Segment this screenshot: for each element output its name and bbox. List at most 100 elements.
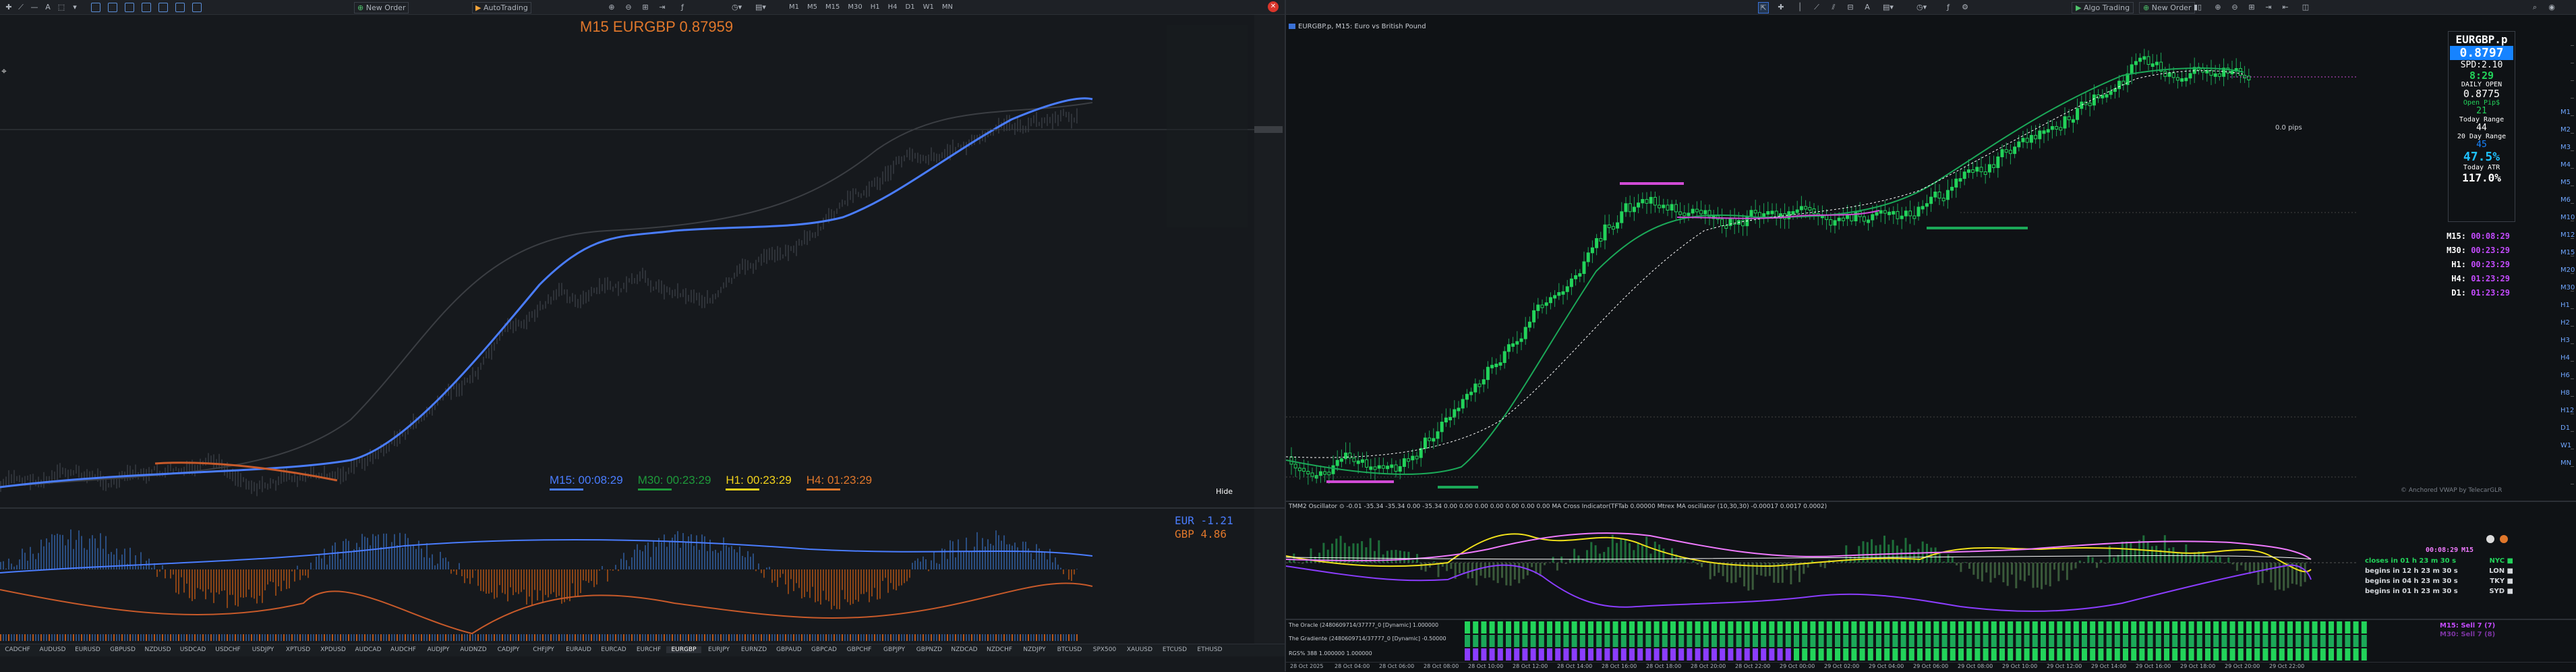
timeframe-m1[interactable]: M1 [789, 3, 799, 11]
tf-h12[interactable]: H12 [2560, 402, 2575, 420]
timeframe-m15[interactable]: M15 [825, 3, 840, 11]
symbol-tab-audcad[interactable]: AUDCAD [351, 646, 386, 653]
period-menu[interactable]: ◷▾ [732, 2, 742, 12]
text-tool[interactable]: A [1863, 2, 1872, 12]
symbol-tab-gbpusd[interactable]: GBPUSD [105, 646, 140, 653]
symbol-tab-usdchf[interactable]: USDCHF [210, 646, 245, 653]
tf-m15[interactable]: M15 [2560, 244, 2575, 262]
screenshot-icon[interactable]: ◫ [2301, 2, 2310, 12]
navigator-icon[interactable] [158, 2, 168, 12]
autoscroll-icon[interactable]: ⇥ [2264, 2, 2273, 12]
chart-type-menu[interactable]: ▤▾ [755, 2, 766, 12]
close-icon[interactable]: ✕ [1268, 1, 1279, 12]
symbol-tab-xpdusd[interactable]: XPDUSD [316, 646, 351, 653]
crosshair-tool[interactable]: ✚ [4, 2, 13, 12]
symbol-tab-nzdchf[interactable]: NZDCHF [982, 646, 1017, 653]
fibo-tool[interactable]: ⊟ [1846, 2, 1855, 12]
symbol-tab-audnzd[interactable]: AUDNZD [456, 646, 491, 653]
tf-h6[interactable]: H6 [2560, 367, 2575, 385]
hide-button[interactable]: Hide [1216, 487, 1233, 496]
tf-m30[interactable]: M30 [2560, 279, 2575, 297]
tf-h4[interactable]: H4 [2560, 349, 2575, 367]
objects-menu[interactable]: ▾ [70, 2, 80, 12]
zoom-out-icon[interactable]: ⊖ [2230, 2, 2240, 12]
symbol-tab-usdcad[interactable]: USDCAD [175, 646, 210, 653]
symbol-tab-xptusd[interactable]: XPTUSD [281, 646, 316, 653]
symbol-tab-usdjpy[interactable]: USDJPY [245, 646, 281, 653]
tf-m10[interactable]: M10 [2560, 209, 2575, 227]
symbol-tab-euraud[interactable]: EURAUD [561, 646, 596, 653]
grid-icon[interactable]: ⊞ [641, 2, 650, 12]
timeframe-m30[interactable]: M30 [848, 3, 862, 11]
timeframe-mn[interactable]: MN [942, 3, 953, 11]
tf-m5[interactable]: M5 [2560, 174, 2575, 192]
symbol-tab-eurjpy[interactable]: EURJPY [701, 646, 736, 653]
symbol-tab-eurusd[interactable]: EURUSD [70, 646, 105, 653]
profiles-icon[interactable] [108, 2, 117, 12]
symbol-tab-etcusd[interactable]: ETCUSD [1157, 646, 1192, 653]
shapes-tool[interactable]: ⬚ [57, 2, 66, 12]
osc-alert-icon[interactable] [2500, 535, 2508, 543]
symbol-tab-xauusd[interactable]: XAUUSD [1122, 646, 1157, 653]
tf-m12[interactable]: M12 [2560, 227, 2575, 244]
crosshair-tool[interactable]: ✚ [1776, 2, 1786, 12]
symbol-tab-gbpaud[interactable]: GBPAUD [771, 646, 807, 653]
tf-h1[interactable]: H1 [2560, 297, 2575, 314]
indicators-icon[interactable]: ƒ [1943, 2, 1953, 12]
timeframe-h1[interactable]: H1 [871, 3, 880, 11]
tf-m2[interactable]: M2 [2560, 121, 2575, 139]
text-tool[interactable]: A [43, 2, 53, 12]
new-order-button[interactable]: ⊕ New Order [354, 2, 409, 13]
new-chart-icon[interactable] [91, 2, 100, 12]
symbol-tab-gbpchf[interactable]: GBPCHF [842, 646, 877, 653]
symbol-tab-btcusd[interactable]: BTCUSD [1052, 646, 1087, 653]
timeframe-h4[interactable]: H4 [888, 3, 898, 11]
cursor-tool[interactable]: ⇱ [1758, 2, 1769, 13]
tf-mn[interactable]: MN [2560, 455, 2575, 472]
tf-h8[interactable]: H8 [2560, 385, 2575, 402]
line-tool[interactable]: ⟋ [16, 2, 26, 12]
chart-type-menu[interactable]: ▤▾ [1883, 2, 1894, 12]
symbol-tab-nzdcad[interactable]: NZDCAD [947, 646, 982, 653]
indicators-icon[interactable]: ƒ [678, 2, 687, 12]
tf-m6[interactable]: M6 [2560, 192, 2575, 209]
osc-settings-icon[interactable] [2486, 535, 2494, 543]
symbol-tab-audjpy[interactable]: AUDJPY [421, 646, 456, 653]
tf-m1[interactable]: M1 [2560, 104, 2575, 121]
tf-h3[interactable]: H3 [2560, 332, 2575, 349]
autoscroll-icon[interactable]: ⇥ [657, 2, 667, 12]
strategy-tester-icon[interactable] [192, 2, 202, 12]
timeframe-m5[interactable]: M5 [807, 3, 817, 11]
algo-trading-button[interactable]: ▶ Algo Trading [2072, 2, 2134, 13]
tf-d1[interactable]: D1 [2560, 420, 2575, 437]
symbol-tab-cadjpy[interactable]: CADJPY [491, 646, 526, 653]
new-order-button[interactable]: ⊕ New Order [2139, 2, 2195, 13]
zoom-in-icon[interactable]: ⊕ [607, 2, 616, 12]
tf-m4[interactable]: M4 [2560, 157, 2575, 174]
symbol-tab-gbpcad[interactable]: GBPCAD [807, 646, 842, 653]
tf-h2[interactable]: H2 [2560, 314, 2575, 332]
market-watch-icon[interactable] [142, 2, 151, 12]
period-menu[interactable]: ◷▾ [1916, 2, 1927, 12]
grid-icon[interactable]: ⊞ [2247, 2, 2256, 12]
tf-m20[interactable]: M20 [2560, 262, 2575, 279]
timeframe-d1[interactable]: D1 [906, 3, 915, 11]
hline-tool[interactable]: — [30, 2, 39, 12]
symbol-tab-eurnzd[interactable]: EURNZD [736, 646, 771, 653]
symbol-tab-audchf[interactable]: AUDCHF [386, 646, 421, 653]
symbol-tab-chfjpy[interactable]: CHFJPY [526, 646, 561, 653]
symbol-tab-cadchf[interactable]: CADCHF [0, 646, 35, 653]
vline-tool[interactable]: │ [1795, 2, 1805, 12]
zoom-in-icon[interactable]: ⊕ [2213, 2, 2223, 12]
symbol-tab-gbpnzd[interactable]: GBPNZD [912, 646, 947, 653]
symbol-tab-ethusd[interactable]: ETHUSD [1192, 646, 1227, 653]
symbol-tab-eurchf[interactable]: EURCHF [631, 646, 666, 653]
timeframe-w1[interactable]: W1 [923, 3, 934, 11]
symbol-tab-eurgbp[interactable]: EURGBP [666, 646, 701, 653]
symbol-tab-audusd[interactable]: AUDUSD [35, 646, 70, 653]
symbol-tab-eurcad[interactable]: EURCAD [596, 646, 631, 653]
search-icon[interactable]: ⌕ [2530, 2, 2540, 12]
symbol-tab-nzdusd[interactable]: NZDUSD [140, 646, 175, 653]
tf-w1[interactable]: W1 [2560, 437, 2575, 455]
symbol-tab-gbpjpy[interactable]: GBPJPY [877, 646, 912, 653]
